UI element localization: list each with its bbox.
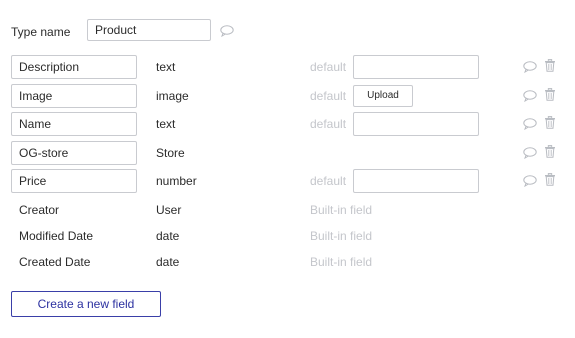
field-row: OG-store Store (0, 141, 575, 165)
field-row: Name text default (0, 112, 575, 136)
default-label: default (310, 89, 347, 103)
field-row: Creator User Built-in field (0, 198, 575, 222)
field-name-input[interactable]: OG-store (11, 141, 137, 165)
type-name-label: Type name (11, 25, 71, 39)
field-row: Description text default (0, 55, 575, 79)
field-type: Store (156, 146, 185, 160)
field-row: Price number default (0, 169, 575, 193)
field-row: Created Date date Built-in field (0, 250, 575, 274)
create-field-button[interactable]: Create a new field (11, 291, 161, 317)
type-name-input[interactable]: Product (87, 19, 211, 41)
field-row: Modified Date date Built-in field (0, 224, 575, 248)
field-name-input[interactable]: Description (11, 55, 137, 79)
built-in-label: Built-in field (310, 255, 373, 269)
comment-icon[interactable] (523, 118, 537, 130)
field-row: Image image default Upload (0, 84, 575, 108)
field-type: date (156, 229, 180, 243)
field-name-label: Creator (19, 203, 60, 217)
default-value-input[interactable] (353, 112, 479, 136)
field-name-label: Created Date (19, 255, 91, 269)
default-label: default (310, 60, 347, 74)
field-type: image (156, 89, 189, 103)
field-type: text (156, 117, 176, 131)
comment-icon[interactable] (523, 175, 537, 187)
built-in-label: Built-in field (310, 229, 373, 243)
default-value-input[interactable] (353, 169, 479, 193)
field-name-input[interactable]: Image (11, 84, 137, 108)
comment-icon[interactable] (523, 90, 537, 102)
field-name-input[interactable]: Price (11, 169, 137, 193)
type-comment-icon[interactable] (220, 25, 234, 37)
default-label: default (310, 117, 347, 131)
trash-icon[interactable] (544, 145, 556, 158)
trash-icon[interactable] (544, 88, 556, 101)
trash-icon[interactable] (544, 59, 556, 72)
built-in-label: Built-in field (310, 203, 373, 217)
comment-icon[interactable] (523, 147, 537, 159)
field-type: date (156, 255, 180, 269)
upload-button[interactable]: Upload (353, 85, 413, 107)
comment-icon[interactable] (523, 61, 537, 73)
trash-icon[interactable] (544, 173, 556, 186)
comment-icon (220, 25, 234, 37)
field-name-input[interactable]: Name (11, 112, 137, 136)
field-type: User (156, 203, 182, 217)
default-value-input[interactable] (353, 55, 479, 79)
default-label: default (310, 174, 347, 188)
trash-icon[interactable] (544, 116, 556, 129)
field-type: number (156, 174, 197, 188)
field-name-label: Modified Date (19, 229, 94, 243)
field-type: text (156, 60, 176, 74)
